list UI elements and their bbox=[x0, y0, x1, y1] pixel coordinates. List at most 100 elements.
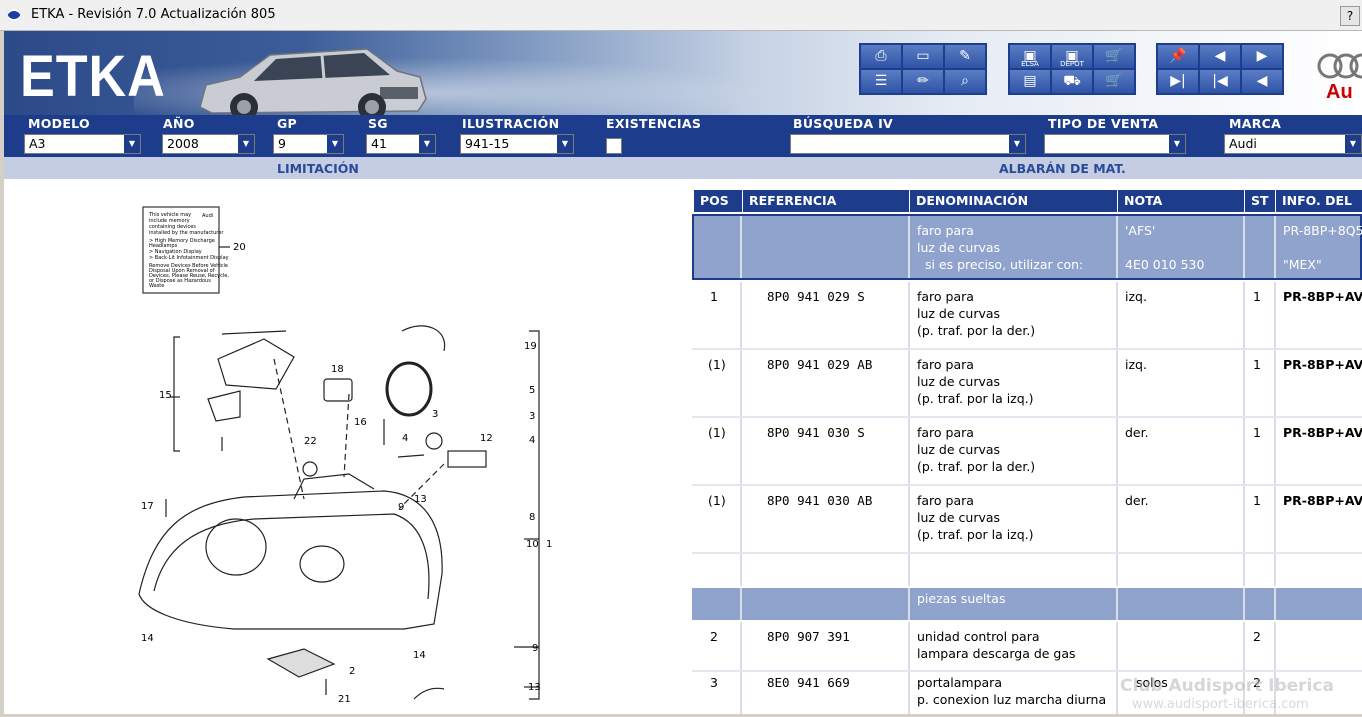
svg-text:10: 10 bbox=[526, 539, 539, 550]
col-pos[interactable]: POS bbox=[694, 190, 742, 212]
window-icon[interactable]: ▭ bbox=[903, 45, 943, 68]
prev-page-icon[interactable]: ◀ bbox=[1200, 45, 1240, 68]
gp-select[interactable]: 9 ▼ bbox=[273, 134, 344, 154]
filter-bar: MODELO AÑO GP SG ILUSTRACIÓN EXISTENCIAS… bbox=[4, 115, 1362, 157]
busqueda-input[interactable]: ▼ bbox=[790, 134, 1026, 154]
cart-add-icon[interactable]: 🛒 bbox=[1094, 45, 1134, 68]
existencias-checkbox[interactable] bbox=[606, 138, 622, 154]
svg-text:Audi: Audi bbox=[202, 213, 213, 219]
svg-text:18: 18 bbox=[331, 364, 344, 375]
elsa-icon[interactable]: ▣ ELSA bbox=[1010, 45, 1050, 68]
svg-text:installed by the manufacturer: installed by the manufacturer bbox=[149, 230, 224, 236]
audi-brand-text: Au bbox=[1326, 81, 1353, 103]
existencias-label: EXISTENCIAS bbox=[606, 116, 702, 131]
marca-label: MARCA bbox=[1229, 116, 1282, 131]
svg-text:22: 22 bbox=[304, 436, 317, 447]
tipo-venta-select[interactable]: ▼ bbox=[1044, 134, 1186, 154]
computer-icon[interactable]: ▤ bbox=[1010, 70, 1050, 93]
sg-select[interactable]: 41 ▼ bbox=[366, 134, 436, 154]
svg-text:14: 14 bbox=[141, 633, 154, 644]
table-row[interactable]: (1) 8P0 941 030 AB faro para luz de curv… bbox=[692, 486, 1362, 552]
parts-table: POS REFERENCIA DENOMINACIÓN NOTA ST INFO… bbox=[692, 179, 1362, 714]
col-st[interactable]: ST bbox=[1245, 190, 1275, 212]
svg-text:20: 20 bbox=[233, 242, 246, 253]
cart-icon[interactable]: 🛒 bbox=[1094, 70, 1134, 93]
table-row[interactable]: 1 8P0 941 029 S faro para luz de curvas … bbox=[692, 282, 1362, 348]
etka-logo: ETKA bbox=[20, 44, 166, 109]
limitacion-tab[interactable]: LIMITACIÓN bbox=[277, 161, 359, 176]
table-row-empty bbox=[692, 554, 1362, 586]
modelo-select[interactable]: A3 ▼ bbox=[24, 134, 141, 154]
window-titlebar: ETKA - Revisión 7.0 Actualización 805 ? bbox=[0, 0, 1362, 31]
vehicle-icon[interactable]: ⛟ bbox=[1052, 70, 1092, 93]
svg-text:13: 13 bbox=[528, 682, 541, 693]
svg-text:3: 3 bbox=[529, 411, 535, 422]
table-subheader[interactable]: piezas sueltas bbox=[692, 588, 1362, 620]
ano-select[interactable]: 2008 ▼ bbox=[162, 134, 255, 154]
chevron-down-icon[interactable]: ▼ bbox=[419, 135, 435, 153]
svg-text:8: 8 bbox=[529, 512, 535, 523]
table-row[interactable]: 2 8P0 907 391 unidad control para lampar… bbox=[692, 622, 1362, 670]
back-icon[interactable]: ◀ bbox=[1242, 70, 1282, 93]
car-image bbox=[199, 48, 427, 115]
parts-illustration[interactable]: This vehicle may include memory containi… bbox=[4, 179, 692, 714]
list-icon[interactable]: ☰ bbox=[861, 70, 901, 93]
help-button[interactable]: ? bbox=[1340, 6, 1360, 26]
svg-text:9: 9 bbox=[398, 502, 404, 513]
svg-text:12: 12 bbox=[480, 433, 493, 444]
albaran-tab[interactable]: ALBARÁN DE MAT. bbox=[999, 161, 1126, 176]
print-icon[interactable]: ⎙ bbox=[861, 45, 901, 68]
section-bar: LIMITACIÓN ALBARÁN DE MAT. bbox=[4, 157, 1362, 179]
ilustracion-select[interactable]: 941-15 ▼ bbox=[460, 134, 574, 154]
table-row[interactable]: (1) 8P0 941 030 S faro para luz de curva… bbox=[692, 418, 1362, 484]
first-icon[interactable]: |◀ bbox=[1200, 70, 1240, 93]
svg-text:14: 14 bbox=[413, 650, 426, 661]
col-referencia[interactable]: REFERENCIA bbox=[743, 190, 909, 212]
svg-text:Waste: Waste bbox=[149, 283, 164, 289]
chevron-down-icon[interactable]: ▼ bbox=[238, 135, 254, 153]
watermark: Club Audisport Iberica bbox=[1120, 676, 1334, 696]
gp-label: GP bbox=[277, 116, 298, 131]
chevron-down-icon[interactable]: ▼ bbox=[1169, 135, 1185, 153]
table-row[interactable]: (1) 8P0 941 029 AB faro para luz de curv… bbox=[692, 350, 1362, 416]
chevron-down-icon[interactable]: ▼ bbox=[124, 135, 140, 153]
toolbar-group-navigation: 📌 ◀ ▶ ▶| |◀ ◀ bbox=[1156, 43, 1284, 95]
next-page-icon[interactable]: ▶ bbox=[1242, 45, 1282, 68]
svg-text:21: 21 bbox=[338, 694, 351, 705]
svg-text:4: 4 bbox=[529, 435, 535, 446]
col-nota[interactable]: NOTA bbox=[1118, 190, 1244, 212]
col-denominacion[interactable]: DENOMINACIÓN bbox=[910, 190, 1117, 212]
toolbar-group-services: ▣ ELSA ▣ DEPOT 🛒 ▤ ⛟ 🛒 bbox=[1008, 43, 1136, 95]
svg-text:5: 5 bbox=[529, 385, 535, 396]
svg-text:> Back-Lit Infotainment Displa: > Back-Lit Infotainment Display bbox=[149, 255, 229, 261]
chevron-down-icon[interactable]: ▼ bbox=[1345, 135, 1361, 153]
last-icon[interactable]: ▶| bbox=[1158, 70, 1198, 93]
edit-icon[interactable]: ✏ bbox=[903, 70, 943, 93]
pin-icon[interactable]: 📌 bbox=[1158, 45, 1198, 68]
depot-icon[interactable]: ▣ DEPOT bbox=[1052, 45, 1092, 68]
busqueda-label: BÚSQUEDA IV bbox=[793, 116, 894, 131]
col-info[interactable]: INFO. DEL M bbox=[1276, 190, 1362, 230]
chevron-down-icon[interactable]: ▼ bbox=[1009, 135, 1025, 153]
group-info: PR-8BP+8Q5 "MEX" bbox=[1283, 223, 1362, 272]
notes-icon[interactable]: ✎ bbox=[945, 45, 985, 68]
svg-text:17: 17 bbox=[141, 501, 154, 512]
window-title: ETKA - Revisión 7.0 Actualización 805 bbox=[31, 7, 276, 22]
binoculars-icon[interactable]: ⌕ bbox=[945, 70, 985, 93]
app-icon bbox=[7, 8, 21, 22]
marca-select[interactable]: Audi ▼ bbox=[1224, 134, 1362, 154]
table-row-group[interactable]: faro para luz de curvas si es preciso, u… bbox=[692, 214, 1362, 280]
chevron-down-icon[interactable]: ▼ bbox=[327, 135, 343, 153]
subheader-label: piezas sueltas bbox=[910, 588, 1118, 620]
group-denominacion: faro para luz de curvas si es preciso, u… bbox=[910, 216, 1118, 278]
headlamp-diagram: This vehicle may include memory containi… bbox=[138, 206, 552, 705]
svg-text:19: 19 bbox=[524, 341, 537, 352]
group-nota: 'AFS' 4E0 010 530 bbox=[1118, 216, 1245, 278]
svg-text:1: 1 bbox=[546, 539, 552, 550]
toolbar-group-print: ⎙ ▭ ✎ ☰ ✏ ⌕ bbox=[859, 43, 987, 95]
tipo-venta-label: TIPO DE VENTA bbox=[1048, 116, 1159, 131]
chevron-down-icon[interactable]: ▼ bbox=[557, 135, 573, 153]
svg-text:9: 9 bbox=[532, 643, 538, 654]
svg-text:2: 2 bbox=[349, 666, 355, 677]
sg-label: SG bbox=[368, 116, 388, 131]
